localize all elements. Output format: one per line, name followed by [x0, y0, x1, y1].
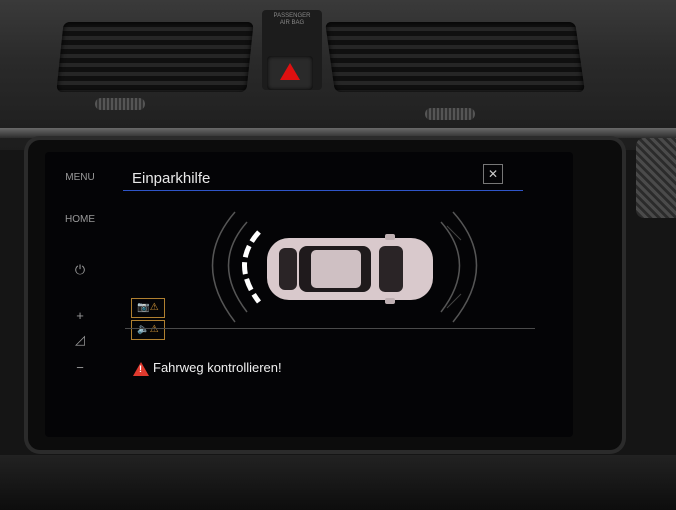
hazard-icon — [280, 63, 300, 80]
volume-down-button[interactable]: − — [45, 360, 115, 375]
airbag-label: PASSENGER AIR BAG — [262, 13, 322, 27]
car-top-view — [267, 234, 433, 304]
car-roof — [311, 250, 361, 288]
warning-divider — [125, 328, 535, 329]
vent-knob-right — [425, 108, 475, 120]
car-rear-window — [279, 248, 297, 290]
air-vent-left — [56, 22, 254, 92]
close-button[interactable]: ✕ — [483, 164, 503, 184]
speaker-mute-icon[interactable]: 🔈⚠ — [131, 320, 165, 340]
airbag-label-line2: AIR BAG — [279, 20, 305, 26]
front-arc-outer — [452, 211, 478, 323]
dashboard-trim — [0, 128, 676, 138]
warning-icon — [133, 362, 149, 376]
car-windshield — [379, 246, 403, 292]
menu-button[interactable]: MENU — [45, 172, 115, 183]
mirror-right — [385, 298, 395, 304]
carbon-trim — [636, 138, 676, 218]
air-vent-right — [325, 22, 585, 92]
rear-arc-active — [242, 230, 261, 304]
parking-sensor-view — [211, 211, 478, 323]
infotainment-screen: MENU HOME ⏻ + ◿ − Einparkhilfe ✕ 📷⚠ 🔈⚠ F… — [45, 152, 573, 437]
vent-knob-left — [95, 98, 145, 110]
home-button[interactable]: HOME — [45, 214, 115, 225]
rear-arc-outer — [211, 211, 236, 323]
dashboard-bottom — [0, 455, 676, 510]
title-bar: Einparkhilfe — [123, 166, 523, 191]
warning-text: Fahrweg kontrollieren! — [153, 360, 282, 375]
volume-up-button[interactable]: + — [45, 308, 115, 323]
mirror-left — [385, 234, 395, 240]
airbag-label-line1: PASSENGER — [273, 13, 311, 19]
page-title: Einparkhilfe — [132, 170, 211, 187]
power-icon[interactable]: ⏻ — [45, 262, 115, 278]
volume-icon: ◿ — [75, 332, 85, 347]
camera-sound-icon[interactable]: 📷⚠ — [131, 298, 165, 318]
